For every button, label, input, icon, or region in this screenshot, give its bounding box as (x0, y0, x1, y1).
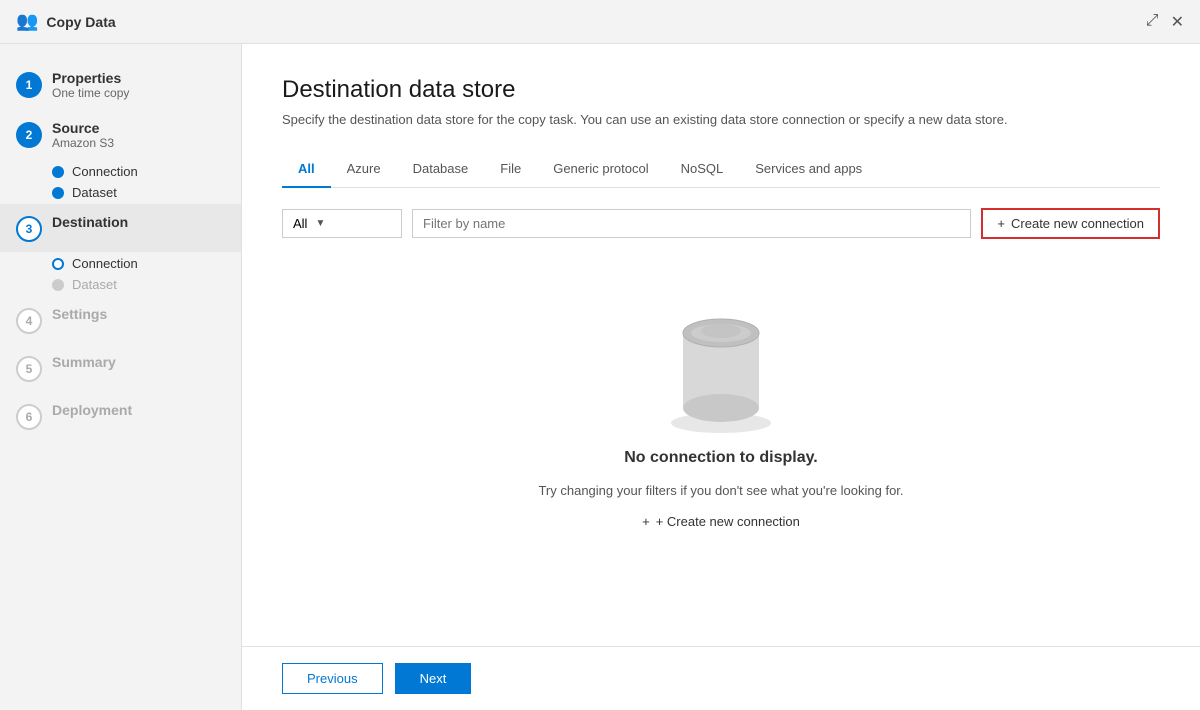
page-title: Destination data store (282, 76, 1160, 104)
plus-icon-2: + (642, 514, 650, 529)
source-substeps: Connection Dataset (0, 160, 241, 204)
tab-services-and-apps[interactable]: Services and apps (739, 151, 878, 188)
content-area: Destination data store Specify the desti… (242, 44, 1200, 710)
step-4-circle: 4 (16, 308, 42, 334)
filter-bar: All ▼ + Create new connection (282, 208, 1160, 239)
close-button[interactable]: ✕ (1171, 12, 1184, 32)
previous-button[interactable]: Previous (282, 663, 383, 694)
no-connection-desc: Try changing your filters if you don't s… (538, 483, 903, 498)
destination-connection-dot (52, 258, 64, 270)
no-connection-title: No connection to display. (624, 449, 818, 467)
plus-icon: + (997, 216, 1005, 231)
create-link-label: + Create new connection (656, 514, 800, 529)
source-connection-dot (52, 166, 64, 178)
source-dataset-dot (52, 187, 64, 199)
destination-substeps: Connection Dataset (0, 252, 241, 296)
filter-by-name-input[interactable] (412, 209, 971, 238)
create-new-connection-link[interactable]: + + Create new connection (642, 514, 800, 529)
tab-nosql[interactable]: NoSQL (665, 151, 740, 188)
step-summary[interactable]: 5 Summary (0, 344, 241, 392)
create-new-connection-button[interactable]: + Create new connection (981, 208, 1160, 239)
step-settings[interactable]: 4 Settings (0, 296, 241, 344)
destination-dataset-dot (52, 279, 64, 291)
step-deployment[interactable]: 6 Deployment (0, 392, 241, 440)
next-button[interactable]: Next (395, 663, 472, 694)
create-btn-label: Create new connection (1011, 216, 1144, 231)
source-dataset-substep[interactable]: Dataset (52, 185, 241, 200)
step-destination[interactable]: 3 Destination (0, 204, 241, 252)
step-1-sublabel: One time copy (52, 86, 129, 100)
source-dataset-label: Dataset (72, 185, 117, 200)
tab-database[interactable]: Database (397, 151, 485, 188)
destination-dataset-label: Dataset (72, 277, 117, 292)
step-6-label: Deployment (52, 402, 132, 418)
app-title: Copy Data (46, 14, 115, 30)
app-icon: 👥 (16, 11, 38, 32)
destination-connection-label: Connection (72, 256, 138, 271)
step-2-circle: 2 (16, 122, 42, 148)
sidebar: 1 Properties One time copy 2 Source Amaz… (0, 44, 242, 710)
database-icon (661, 303, 781, 433)
title-bar: 👥 Copy Data ⤢ ✕ (0, 0, 1200, 44)
tab-all[interactable]: All (282, 151, 331, 188)
content-footer: Previous Next (242, 646, 1200, 710)
tab-bar: All Azure Database File Generic protocol… (282, 151, 1160, 188)
step-1-circle: 1 (16, 72, 42, 98)
tab-azure[interactable]: Azure (331, 151, 397, 188)
tab-file[interactable]: File (484, 151, 537, 188)
step-2-label: Source (52, 120, 114, 136)
step-6-circle: 6 (16, 404, 42, 430)
empty-state: No connection to display. Try changing y… (282, 263, 1160, 569)
source-connection-label: Connection (72, 164, 138, 179)
destination-dataset-substep[interactable]: Dataset (52, 277, 241, 292)
page-description: Specify the destination data store for t… (282, 112, 1160, 127)
step-2-sublabel: Amazon S3 (52, 136, 114, 150)
type-select[interactable]: All ▼ (282, 209, 402, 238)
type-select-label: All (293, 216, 307, 231)
step-4-label: Settings (52, 306, 107, 322)
dropdown-arrow-icon: ▼ (315, 218, 325, 229)
source-connection-substep[interactable]: Connection (52, 164, 241, 179)
step-5-circle: 5 (16, 356, 42, 382)
tab-generic-protocol[interactable]: Generic protocol (537, 151, 664, 188)
step-5-label: Summary (52, 354, 116, 370)
step-properties[interactable]: 1 Properties One time copy (0, 60, 241, 110)
step-3-circle: 3 (16, 216, 42, 242)
expand-button[interactable]: ⤢ (1146, 12, 1159, 32)
destination-connection-substep[interactable]: Connection (52, 256, 241, 271)
step-1-label: Properties (52, 70, 129, 86)
step-source[interactable]: 2 Source Amazon S3 (0, 110, 241, 160)
step-3-label: Destination (52, 214, 128, 230)
